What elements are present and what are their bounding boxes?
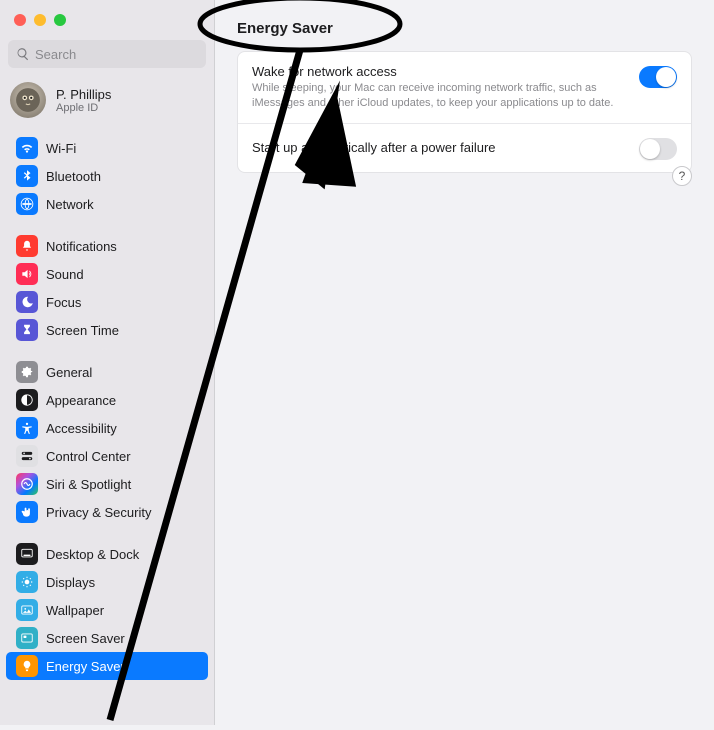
- dock-icon: [16, 543, 38, 565]
- sidebar-item-label: Notifications: [46, 239, 117, 254]
- page-title: Energy Saver: [237, 20, 692, 37]
- sidebar-item-displays[interactable]: Displays: [6, 568, 208, 596]
- sidebar-item-wallpaper[interactable]: Wallpaper: [6, 596, 208, 624]
- apple-id-account[interactable]: P. Phillips Apple ID: [0, 76, 214, 128]
- sidebar-item-label: Privacy & Security: [46, 505, 151, 520]
- account-sub: Apple ID: [56, 102, 111, 114]
- sidebar-item-label: Wallpaper: [46, 603, 104, 618]
- fullscreen-window-button[interactable]: [54, 14, 66, 26]
- sidebar-item-privacy-security[interactable]: Privacy & Security: [6, 498, 208, 526]
- avatar: [10, 82, 46, 118]
- sidebar-item-label: Wi-Fi: [46, 141, 76, 156]
- sidebar-item-label: Focus: [46, 295, 81, 310]
- sidebar-item-label: Network: [46, 197, 94, 212]
- hand-icon: [16, 501, 38, 523]
- sidebar-item-label: Control Center: [46, 449, 131, 464]
- main-content: Energy Saver Wake for network access Whil…: [215, 0, 714, 725]
- search-field[interactable]: [8, 40, 206, 68]
- setting-description: While sleeping, your Mac can receive inc…: [252, 81, 627, 111]
- sidebar-item-sound[interactable]: Sound: [6, 260, 208, 288]
- sidebar-item-label: Bluetooth: [46, 169, 101, 184]
- accessibility-icon: [16, 417, 38, 439]
- moon-icon: [16, 291, 38, 313]
- sidebar-item-focus[interactable]: Focus: [6, 288, 208, 316]
- toggle-switch[interactable]: [639, 66, 677, 88]
- displays-icon: [16, 571, 38, 593]
- account-name: P. Phillips: [56, 87, 111, 102]
- sidebar-item-label: Sound: [46, 267, 84, 282]
- sidebar-item-label: Energy Saver: [46, 659, 125, 674]
- siri-icon: [16, 473, 38, 495]
- bluetooth-icon: [16, 165, 38, 187]
- gear-icon: [16, 361, 38, 383]
- page-header: Energy Saver: [215, 0, 714, 51]
- sidebar-item-label: Desktop & Dock: [46, 547, 139, 562]
- sidebar-item-appearance[interactable]: Appearance: [6, 386, 208, 414]
- sidebar-item-desktop-dock[interactable]: Desktop & Dock: [6, 540, 208, 568]
- sidebar-item-label: Appearance: [46, 393, 116, 408]
- sidebar-item-energy-saver[interactable]: Energy Saver: [6, 652, 208, 680]
- sidebar-item-label: General: [46, 365, 92, 380]
- bell-icon: [16, 235, 38, 257]
- close-window-button[interactable]: [14, 14, 26, 26]
- switches-icon: [16, 445, 38, 467]
- sidebar-item-notifications[interactable]: Notifications: [6, 232, 208, 260]
- sidebar-nav: Wi-Fi Bluetooth Network Notifications Sound F…: [0, 128, 214, 725]
- setting-row: Start up automatically after a power fai…: [238, 124, 691, 172]
- search-input[interactable]: [35, 47, 198, 62]
- minimize-window-button[interactable]: [34, 14, 46, 26]
- hourglass-icon: [16, 319, 38, 341]
- settings-panel: Wake for network access While sleeping, y…: [237, 51, 692, 173]
- sidebar: P. Phillips Apple ID Wi-Fi Bluetooth Netwo…: [0, 0, 215, 725]
- window-controls: [0, 0, 214, 34]
- toggle-switch[interactable]: [639, 138, 677, 160]
- wallpaper-icon: [16, 599, 38, 621]
- help-button[interactable]: ?: [672, 166, 692, 186]
- sidebar-item-screen-saver[interactable]: Screen Saver: [6, 624, 208, 652]
- sidebar-item-general[interactable]: General: [6, 358, 208, 386]
- wifi-icon: [16, 137, 38, 159]
- screensaver-icon: [16, 627, 38, 649]
- sidebar-item-siri-spotlight[interactable]: Siri & Spotlight: [6, 470, 208, 498]
- appearance-icon: [16, 389, 38, 411]
- sidebar-item-label: Siri & Spotlight: [46, 477, 131, 492]
- sidebar-item-label: Screen Time: [46, 323, 119, 338]
- setting-title: Start up automatically after a power fai…: [252, 140, 627, 155]
- sidebar-item-network[interactable]: Network: [6, 190, 208, 218]
- sidebar-item-screen-time[interactable]: Screen Time: [6, 316, 208, 344]
- sidebar-item-wi-fi[interactable]: Wi-Fi: [6, 134, 208, 162]
- bulb-icon: [16, 655, 38, 677]
- sidebar-item-bluetooth[interactable]: Bluetooth: [6, 162, 208, 190]
- search-icon: [16, 47, 30, 61]
- sound-icon: [16, 263, 38, 285]
- setting-title: Wake for network access: [252, 64, 627, 79]
- sidebar-item-control-center[interactable]: Control Center: [6, 442, 208, 470]
- setting-row: Wake for network access While sleeping, y…: [238, 52, 691, 124]
- sidebar-item-label: Displays: [46, 575, 95, 590]
- sidebar-item-accessibility[interactable]: Accessibility: [6, 414, 208, 442]
- sidebar-item-label: Accessibility: [46, 421, 117, 436]
- sidebar-item-label: Screen Saver: [46, 631, 125, 646]
- network-icon: [16, 193, 38, 215]
